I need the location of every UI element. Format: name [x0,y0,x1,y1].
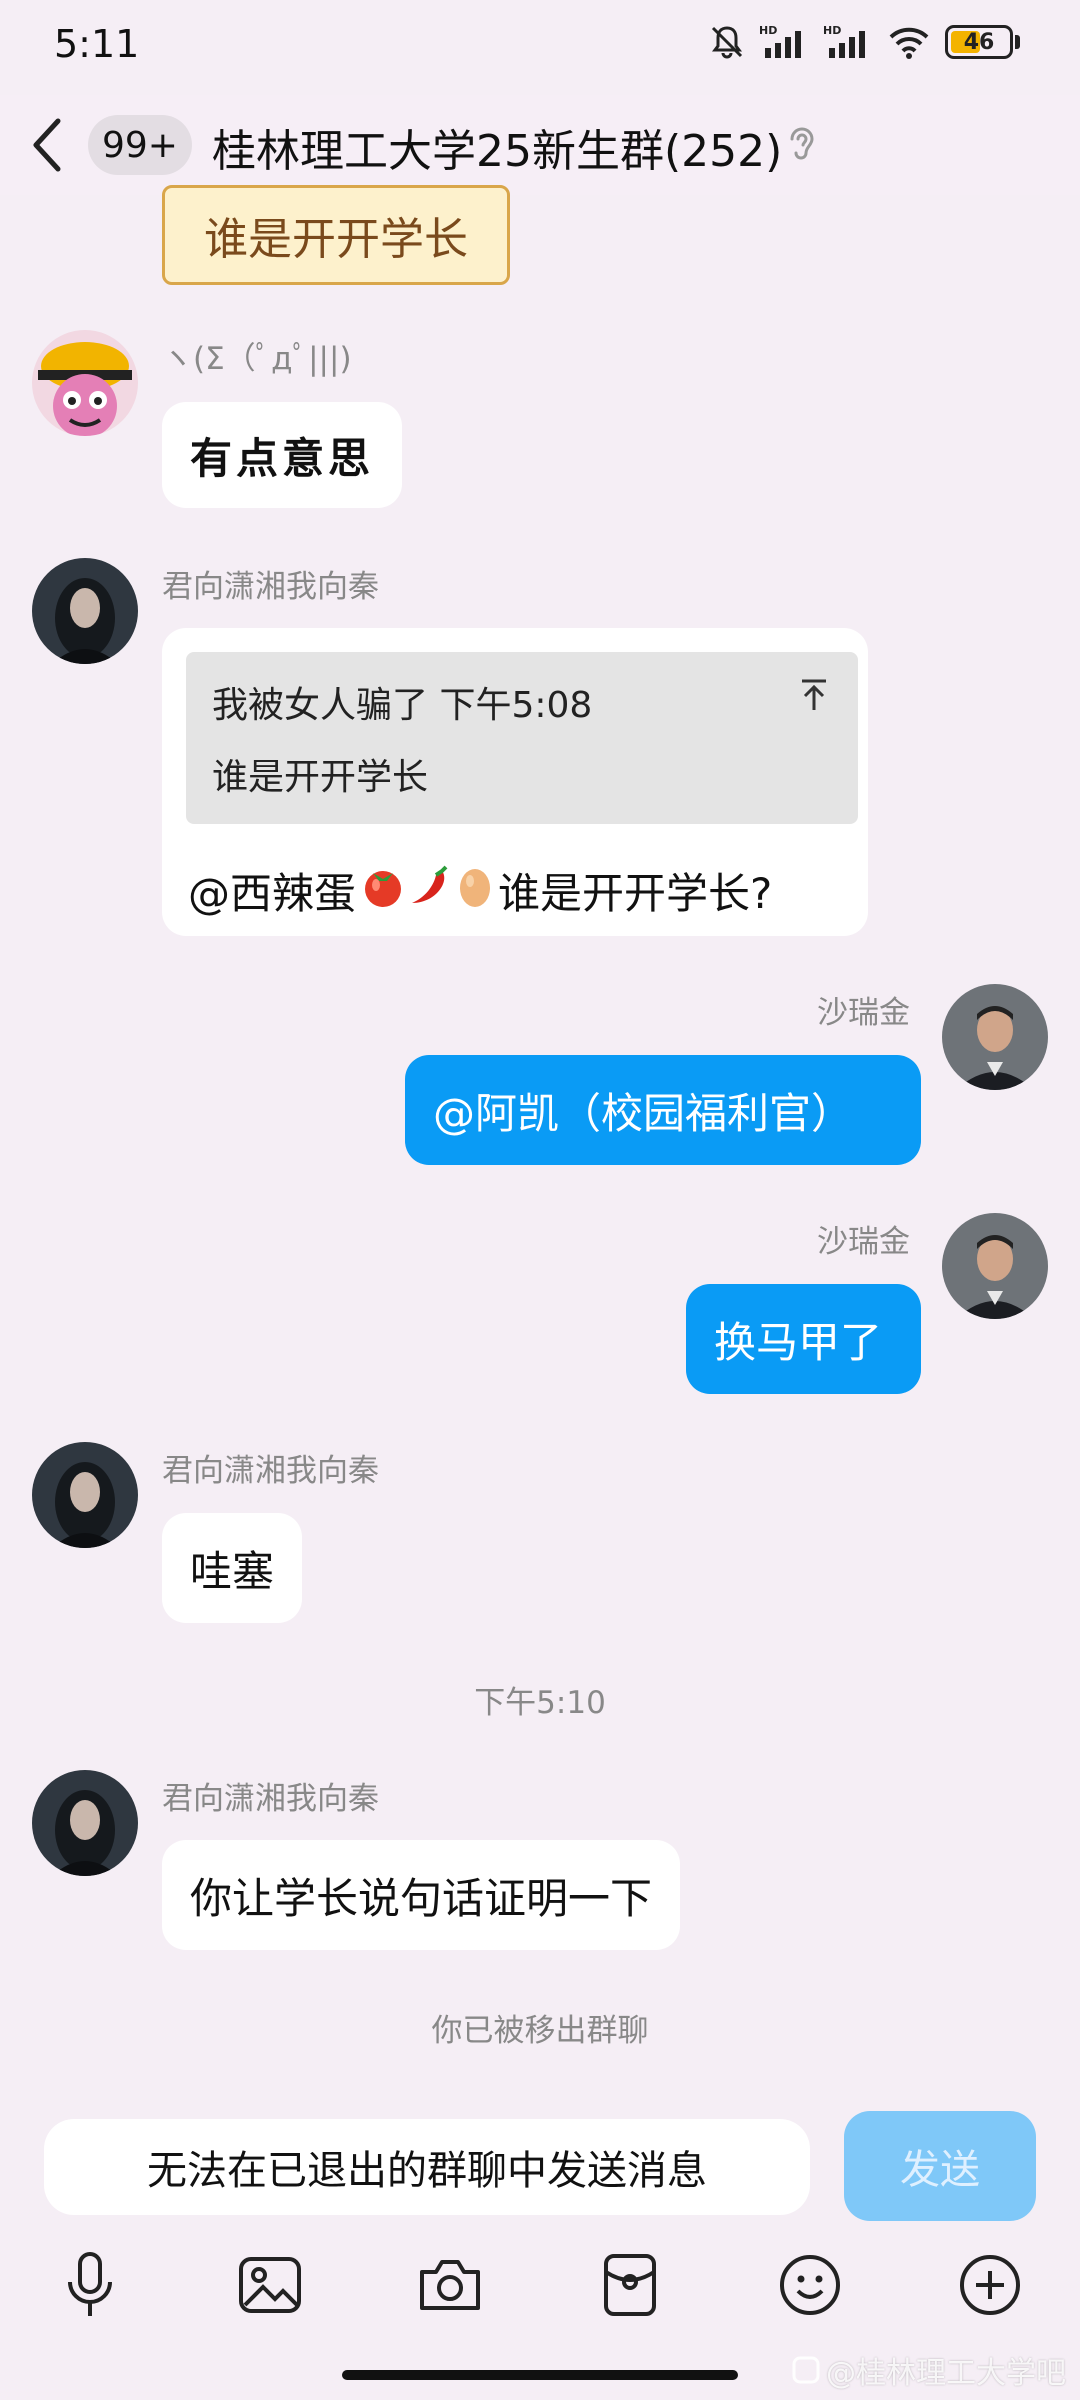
sender-name: 君向潇湘我向秦 [162,1453,379,1489]
system-notice: 你已被移出群聊 [431,2013,649,2049]
wifi-icon [887,24,931,60]
sender-name: ヽ(Σ（ﾟдﾟ|||) [162,341,352,377]
svg-text:HD: HD [823,24,841,37]
chevron-left-icon [33,118,61,172]
watermark: @桂林理工大学吧 [792,2348,1066,2392]
message-bubble[interactable]: 有点意思 [162,402,403,508]
reply-text: @西辣蛋 谁是开开学长? [188,860,772,921]
avatar[interactable] [32,1442,138,1548]
message-bubble[interactable]: 哇塞 [162,1513,303,1623]
svg-text:HD: HD [759,24,777,37]
hd-signal-icon: HD [823,24,873,60]
avatar[interactable] [32,330,138,436]
my-avatar[interactable] [942,1213,1048,1319]
status-time: 5:11 [54,22,140,66]
ear-icon[interactable] [786,123,818,169]
message-input[interactable]: 无法在已退出的群聊中发送消息 [44,2119,810,2215]
my-avatar[interactable] [942,984,1048,1090]
reply-message-bubble[interactable]: 我被女人骗了 下午5:08 谁是开开学长 @西辣蛋 谁是开开学长? [162,628,868,936]
sticker-message[interactable]: 谁是开开学长 [162,185,510,285]
chat-header: 99+ 桂林理工大学25新生群(252) [0,95,1080,195]
sender-name: 沙瑞金 [817,995,910,1031]
sender-name: 沙瑞金 [817,1224,910,1260]
send-button[interactable]: 发送 [844,2111,1036,2221]
sender-name: 君向潇湘我向秦 [162,569,379,605]
red-packet-icon[interactable] [590,2245,670,2325]
reply-suffix: 谁是开开学长? [498,869,773,918]
chili-emoji [406,863,452,919]
avatar[interactable] [32,558,138,664]
quoted-message[interactable]: 我被女人骗了 下午5:08 谁是开开学长 [186,652,858,824]
mute-bell-icon [709,24,745,60]
status-icons: HD HD 46 [709,24,1020,60]
battery-level: 46 [963,29,995,55]
watermark-text: @桂林理工大学吧 [826,2356,1066,2391]
back-button[interactable] [30,113,80,177]
status-bar: 5:11 HD HD 46 [0,0,1080,90]
quoted-header: 我被女人骗了 下午5:08 [212,685,593,726]
unread-count-badge[interactable]: 99+ [88,115,192,175]
time-divider: 下午5:10 [474,1685,606,1721]
battery-cap [1015,35,1020,49]
tieba-logo-icon [792,2356,820,2384]
mention-text[interactable]: @西辣蛋 [188,860,356,921]
image-icon[interactable] [230,2245,310,2325]
egg-emoji [452,863,498,919]
battery-icon: 46 [945,25,1013,59]
microphone-icon[interactable] [50,2245,130,2325]
quoted-text: 谁是开开学长 [212,757,429,798]
avatar[interactable] [32,1770,138,1876]
chat-title[interactable]: 桂林理工大学25新生群(252) [212,115,782,179]
home-indicator[interactable] [342,2370,738,2380]
hd-signal-icon: HD [759,24,809,60]
input-toolbar [0,2245,1080,2335]
message-bubble[interactable]: @阿凯（校园福利官） [405,1055,921,1165]
emoji-icon[interactable] [770,2245,850,2325]
message-bubble[interactable]: 换马甲了 [686,1284,921,1394]
message-bubble[interactable]: 你让学长说句话证明一下 [162,1840,681,1950]
plus-icon[interactable] [950,2245,1030,2325]
jump-to-quote-icon[interactable] [798,678,830,716]
tomato-emoji [360,863,406,919]
sender-name: 君向潇湘我向秦 [162,1781,379,1817]
camera-icon[interactable] [410,2245,490,2325]
